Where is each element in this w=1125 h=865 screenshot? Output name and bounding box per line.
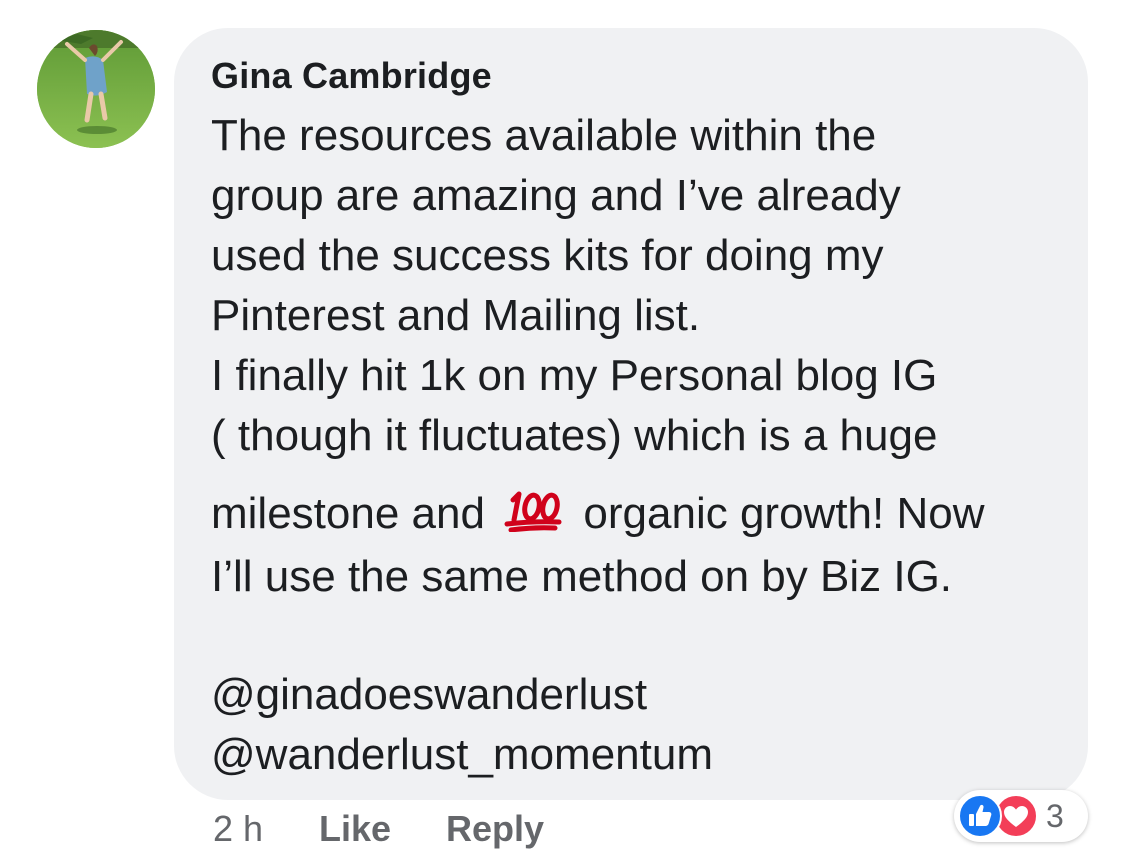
author-avatar[interactable] xyxy=(37,30,155,148)
comment-text-line: The resources available within the xyxy=(211,111,877,160)
comment-text-segment: organic growth! Now xyxy=(583,489,985,538)
reply-button[interactable]: Reply xyxy=(446,808,544,850)
reaction-summary[interactable]: 3 xyxy=(954,790,1088,842)
comment-timestamp[interactable]: 2 h xyxy=(213,808,263,850)
reaction-count: 3 xyxy=(1046,798,1064,834)
like-button[interactable]: Like xyxy=(319,808,391,850)
comment-text-line-with-emoji: milestone and organic growth! Now xyxy=(211,488,985,540)
comment-text-segment: milestone and xyxy=(211,489,485,538)
comment-text-line: used the success kits for doing my xyxy=(211,231,884,280)
comment-text-line: I’ll use the same method on by Biz IG. xyxy=(211,552,953,601)
comment-mention[interactable]: @ginadoeswanderlust xyxy=(211,673,647,717)
hundred-points-emoji-icon xyxy=(503,488,565,540)
comment-text-line: I finally hit 1k on my Personal blog IG xyxy=(211,351,938,400)
comment-text-line: ( though it fluctuates) which is a huge xyxy=(211,411,938,460)
comment-text-line: group are amazing and I’ve already xyxy=(211,171,901,220)
comment-text-line: Pinterest and Mailing list. xyxy=(211,291,701,340)
comment-author-name[interactable]: Gina Cambridge xyxy=(211,55,492,97)
comment-thread: Gina Cambridge The resources available w… xyxy=(0,0,1125,865)
comment-mention[interactable]: @wanderlust_momentum xyxy=(211,733,713,777)
like-reaction-icon xyxy=(958,794,1002,838)
avatar-photo xyxy=(37,30,155,148)
